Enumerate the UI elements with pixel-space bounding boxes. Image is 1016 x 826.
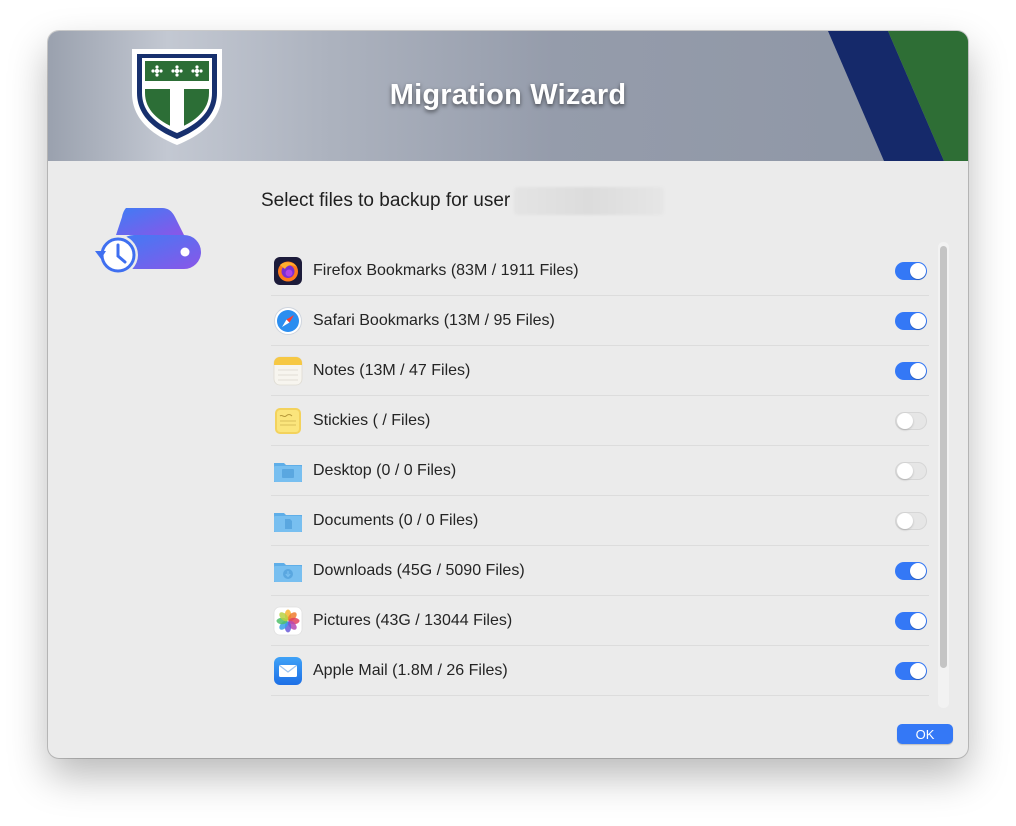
- scrollbar-thumb[interactable]: [940, 246, 947, 668]
- window-title: Migration Wizard: [389, 79, 627, 111]
- firefox-icon: [274, 257, 302, 285]
- notes-icon: [273, 356, 303, 386]
- desktop-folder-icon: [274, 463, 302, 482]
- ok-button[interactable]: OK: [897, 724, 953, 744]
- list-item-desktop: Desktop (0 / 0 Files): [261, 446, 929, 496]
- item-label: Pictures (43G / 13044 Files): [313, 612, 513, 629]
- item-label: Firefox Bookmarks (83M / 1911 Files): [313, 262, 579, 279]
- select-files-prompt: Select files to backup for user: [261, 187, 665, 215]
- documents-folder-icon: [274, 513, 302, 532]
- item-label: Notes (13M / 47 Files): [313, 362, 471, 379]
- list-item-downloads: Downloads (45G / 5090 Files): [261, 546, 929, 596]
- backup-drive-icon: [95, 208, 201, 275]
- toggle-pictures[interactable]: [895, 612, 927, 630]
- item-label: Downloads (45G / 5090 Files): [313, 562, 525, 579]
- toggle-firefox-bookmarks[interactable]: [895, 262, 927, 280]
- downloads-folder-icon: [274, 563, 302, 582]
- list-item-stickies: Stickies ( / Files): [261, 396, 929, 446]
- list-item-notes: Notes (13M / 47 Files): [261, 346, 929, 396]
- list-item-documents: Documents (0 / 0 Files): [261, 496, 929, 546]
- item-label: Documents (0 / 0 Files): [313, 512, 479, 529]
- toggle-desktop[interactable]: [895, 462, 927, 480]
- list-item-pictures: Pictures (43G / 13044 Files): [261, 596, 929, 646]
- toggle-safari-bookmarks[interactable]: [895, 312, 927, 330]
- list-item-firefox: Firefox Bookmarks (83M / 1911 Files): [261, 246, 929, 296]
- mail-icon: [274, 657, 302, 685]
- toggle-stickies[interactable]: [895, 412, 927, 430]
- toggle-notes[interactable]: [895, 362, 927, 380]
- redacted-username: [514, 187, 665, 215]
- migration-wizard-window: Migration Wizard Select files to backup …: [48, 31, 968, 758]
- list-item-apple-mail: Apple Mail (1.8M / 26 Files): [261, 646, 929, 696]
- toggle-apple-mail[interactable]: [895, 662, 927, 680]
- stickies-icon: [275, 408, 301, 434]
- safari-icon: [274, 307, 302, 335]
- item-label: Desktop (0 / 0 Files): [313, 462, 457, 479]
- photos-icon: [273, 606, 303, 636]
- prompt-text: Select files to backup for user: [261, 190, 511, 211]
- backup-items-list: Firefox Bookmarks (83M / 1911 Files) Saf…: [261, 242, 929, 708]
- list-item-safari: Safari Bookmarks (13M / 95 Files): [261, 296, 929, 346]
- toggle-documents[interactable]: [895, 512, 927, 530]
- header-banner: Migration Wizard: [48, 31, 968, 161]
- item-label: Stickies ( / Files): [313, 412, 431, 429]
- toggle-downloads[interactable]: [895, 562, 927, 580]
- item-label: Safari Bookmarks (13M / 95 Files): [313, 312, 555, 329]
- item-label: Apple Mail (1.8M / 26 Files): [313, 662, 508, 679]
